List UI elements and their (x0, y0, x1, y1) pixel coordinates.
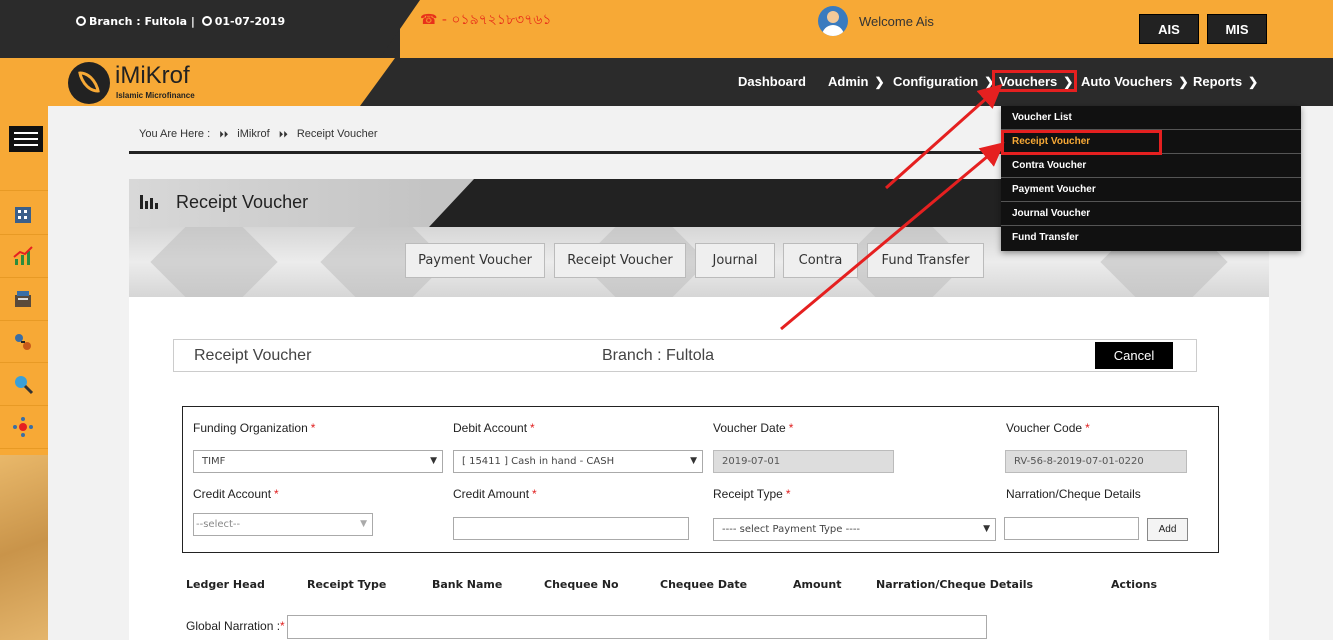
date-label: 01-07-2019 (214, 15, 286, 28)
nav-admin[interactable]: Admin ❯ (828, 74, 885, 89)
receipt-type-select[interactable]: ---- select Payment Type ---- ▼ (713, 518, 996, 541)
debit-account-select[interactable]: [ 15411 ] Cash in hand - CASH ▼ (453, 450, 703, 473)
voucher-date-label: Voucher Date * (713, 421, 794, 435)
sidebar-divider (0, 405, 48, 406)
sidebar-divider (0, 277, 48, 278)
voucher-date-field: 2019-07-01 (713, 450, 894, 473)
logo-subtitle: Islamic Microfinance (116, 91, 195, 100)
credit-account-label: Credit Account * (193, 487, 279, 501)
credit-amount-input[interactable] (453, 517, 689, 540)
debit-account-label: Debit Account * (453, 421, 535, 435)
double-chevron-icon: ⏵⏵ (278, 129, 288, 139)
column-amount: Amount (793, 578, 842, 591)
panel-header-slant (429, 179, 474, 227)
global-narration-input[interactable] (287, 615, 987, 639)
network-icon[interactable] (12, 416, 34, 438)
mis-button[interactable]: MIS (1207, 14, 1267, 44)
sidebar-divider (0, 320, 48, 321)
column-ledger-head: Ledger Head (186, 578, 265, 591)
menu-item-fund-transfer[interactable]: Fund Transfer (1001, 226, 1301, 250)
growth-chart-icon[interactable] (12, 245, 34, 267)
welcome-text[interactable]: Welcome Ais (859, 14, 934, 29)
caret-down-icon: ▼ (430, 456, 437, 466)
funding-org-select[interactable]: TIMF ▼ (193, 450, 443, 473)
caret-down-icon: ▼ (360, 519, 367, 529)
bar-chart-icon (140, 195, 160, 209)
branch-info: Branch : Fultola | 01-07-2019 (76, 15, 285, 28)
sidebar-divider (0, 190, 48, 191)
voucher-code-field: RV-56-8-2019-07-01-0220 (1005, 450, 1187, 473)
panel-title: Receipt Voucher (176, 192, 309, 212)
form-title: Receipt Voucher (194, 347, 312, 364)
user-avatar-icon[interactable] (818, 6, 848, 36)
global-narration-label: Global Narration :* (186, 619, 285, 633)
tab-payment-voucher[interactable]: Payment Voucher (405, 243, 545, 278)
caret-down-icon: ▼ (983, 524, 990, 534)
top-bar-dark-section (0, 0, 400, 58)
nav-configuration[interactable]: Configuration ❯ (893, 74, 994, 89)
nav-dashboard[interactable]: Dashboard (738, 74, 806, 89)
column-cheque-date: Chequee Date (660, 578, 748, 591)
nav-auto-vouchers[interactable]: Auto Vouchers ❯ (1081, 74, 1189, 89)
cancel-button[interactable]: Cancel (1095, 342, 1173, 369)
double-chevron-icon: ⏵⏵ (219, 129, 229, 139)
globe-icon (76, 16, 86, 26)
breadcrumb-home[interactable]: iMikrof (237, 128, 269, 140)
breadcrumb-prefix: You Are Here : (139, 128, 211, 140)
voucher-code-label: Voucher Code * (1006, 421, 1090, 435)
column-bank-name: Bank Name (432, 578, 503, 591)
tab-receipt-voucher[interactable]: Receipt Voucher (554, 243, 686, 278)
narration-input[interactable] (1004, 517, 1139, 540)
chevron-right-icon: ❯ (1248, 75, 1259, 89)
ais-button[interactable]: AIS (1139, 14, 1199, 44)
sidebar-decoration (0, 455, 48, 640)
column-cheque-no: Chequee No (544, 578, 619, 591)
sidebar-divider (0, 448, 48, 449)
top-bar-slant (380, 0, 420, 58)
clock-icon (201, 16, 212, 26)
hamburger-menu-icon[interactable] (9, 126, 43, 152)
logo-title[interactable]: iMiKrof (115, 62, 190, 90)
column-narration: Narration/Cheque Details (876, 578, 1034, 591)
form-branch: Branch : Fultola (602, 347, 715, 364)
receipt-type-label: Receipt Type * (713, 487, 791, 501)
menu-item-contra-voucher[interactable]: Contra Voucher (1001, 154, 1301, 178)
add-button[interactable]: Add (1147, 518, 1188, 541)
sidebar-divider (0, 234, 48, 235)
credit-account-select[interactable]: --select-- ▼ (193, 513, 373, 536)
building-icon[interactable] (12, 203, 34, 225)
chevron-right-icon: ❯ (874, 75, 885, 89)
chevron-right-icon: ❯ (1178, 75, 1189, 89)
breadcrumb-current: Receipt Voucher (296, 128, 378, 140)
phone-number: ☎ - ০১৯৭২১৮৩৭৬১ (420, 12, 552, 28)
vouchers-dropdown: Voucher List Receipt Voucher Contra Vouc… (1001, 106, 1301, 251)
breadcrumb: You Are Here : ⏵⏵ iMikrof ⏵⏵ Receipt Vou… (139, 128, 378, 140)
caret-down-icon: ▼ (690, 456, 697, 466)
cash-register-icon[interactable] (12, 288, 34, 310)
menu-item-payment-voucher[interactable]: Payment Voucher (1001, 178, 1301, 202)
tab-journal[interactable]: Journal (695, 243, 775, 278)
transfer-icon[interactable] (12, 331, 34, 353)
column-receipt-type: Receipt Type (307, 578, 387, 591)
sidebar-divider (0, 362, 48, 363)
receipt-voucher-highlight-box (1001, 130, 1162, 155)
vouchers-highlight-box (992, 70, 1077, 92)
menu-item-journal-voucher[interactable]: Journal Voucher (1001, 202, 1301, 226)
nav-reports[interactable]: Reports ❯ (1193, 74, 1258, 89)
branch-label: Branch : Fultola | (89, 15, 195, 28)
funding-org-label: Funding Organization * (193, 421, 316, 435)
menu-item-voucher-list[interactable]: Voucher List (1001, 106, 1301, 130)
column-actions: Actions (1111, 578, 1157, 591)
narration-label: Narration/Cheque Details (1006, 487, 1141, 501)
tab-contra[interactable]: Contra (783, 243, 858, 278)
logo-slant (360, 58, 395, 106)
tab-fund-transfer[interactable]: Fund Transfer (867, 243, 984, 278)
credit-amount-label: Credit Amount * (453, 487, 537, 501)
search-settings-icon[interactable] (12, 373, 34, 395)
